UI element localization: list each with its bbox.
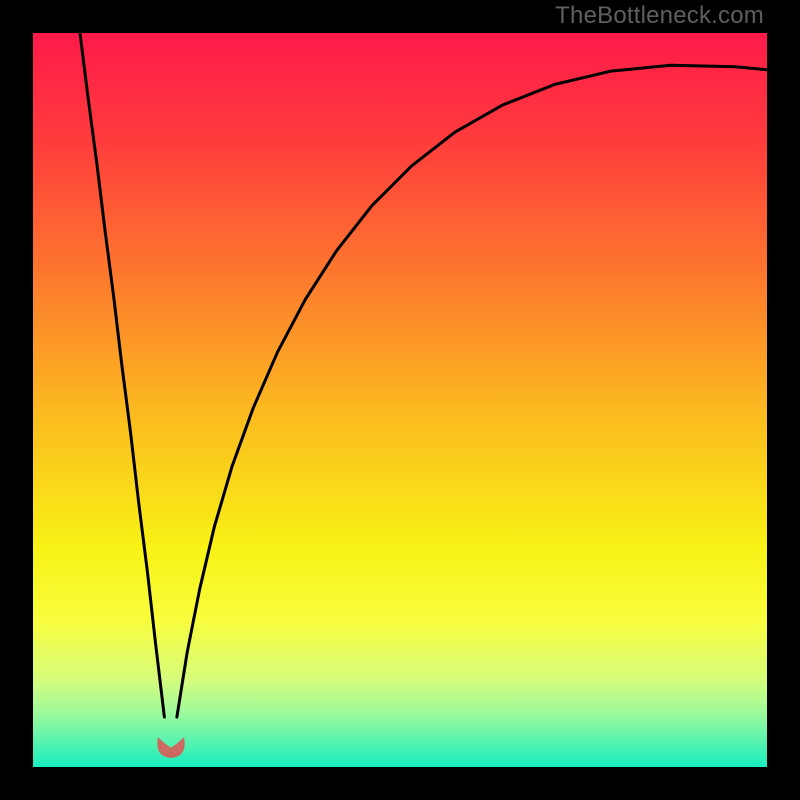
- plot-area: [33, 33, 767, 767]
- gradient-background: [33, 33, 767, 767]
- watermark-text: TheBottleneck.com: [555, 2, 764, 30]
- chart-svg: [33, 33, 767, 767]
- chart-frame: TheBottleneck.com: [0, 0, 800, 800]
